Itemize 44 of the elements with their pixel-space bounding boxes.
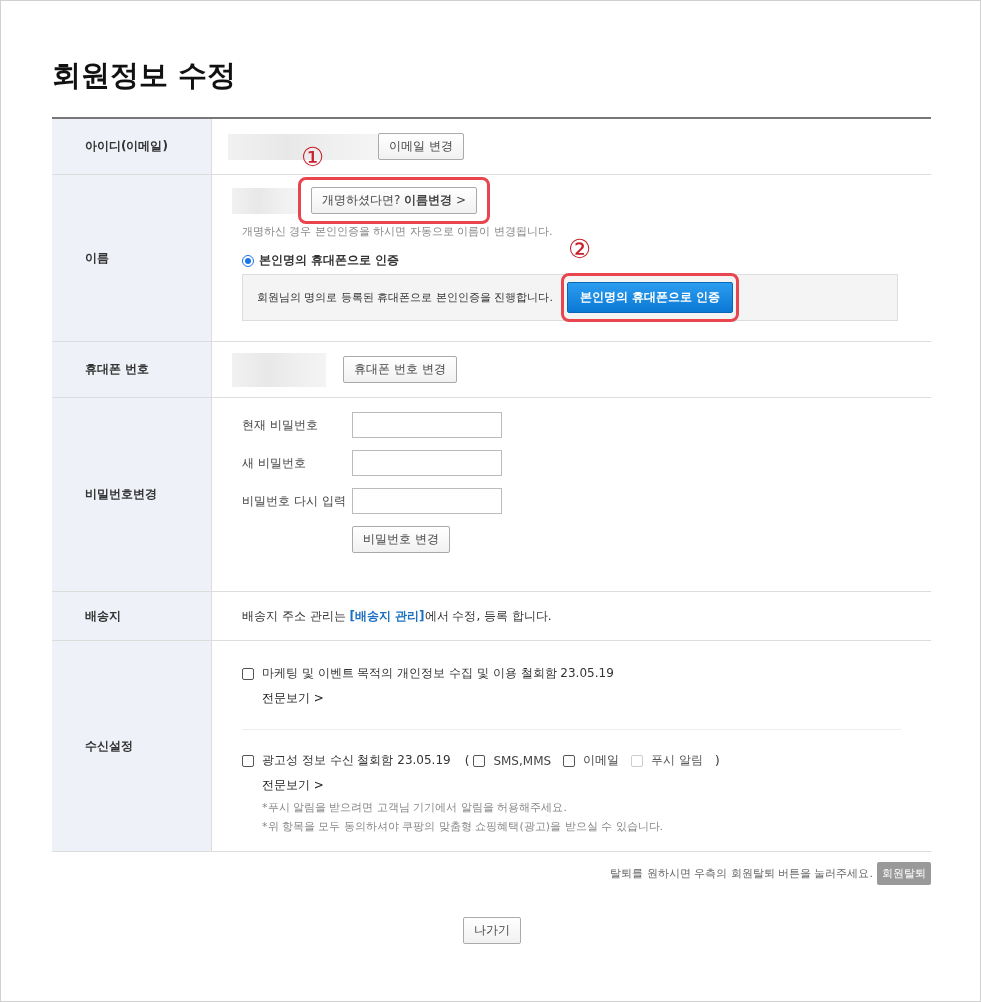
row-label: 이름 xyxy=(85,249,109,267)
field-label: 비밀번호 다시 입력 xyxy=(242,492,347,510)
option-label: SMS,MMS xyxy=(493,753,552,768)
row-label: 휴대폰 번호 xyxy=(85,361,150,378)
exit-button[interactable]: 나가기 xyxy=(462,917,521,944)
page-title: 회원정보 수정 xyxy=(52,57,238,93)
change-email-button[interactable]: 이메일 변경 xyxy=(378,133,464,160)
notice-text: *위 항목을 모두 동의하셔야 쿠팡의 맞춤형 쇼핑혜택(광고)을 받으실 수 있습니다. xyxy=(261,819,665,835)
help-text: 개명하신 경우 본인인증을 하시면 자동으로 이름이 변경됩니다. xyxy=(242,224,554,239)
view-full-link[interactable]: 전문보기 > xyxy=(262,690,324,707)
view-full-link[interactable]: 전문보기 > xyxy=(262,777,324,794)
radio-label: 본인명의 휴대폰으로 인증 xyxy=(259,252,400,269)
step-marker: ② xyxy=(568,234,592,264)
shipping-text: 배송지 주소 관리는 [배송지 관리]에서 수정, 등록 합니다. xyxy=(242,607,552,625)
checkbox[interactable] xyxy=(242,754,254,767)
verify-text: 회원님의 명의로 등록된 휴대폰으로 본인인증을 진행합니다. xyxy=(257,290,553,305)
password-field[interactable] xyxy=(352,450,502,476)
consent-label: 광고성 정보 수신 철회함 23.05.19 xyxy=(262,752,451,769)
withdraw-text: 탈퇴를 원하시면 우측의 회원탈퇴 버튼을 눌러주세요. xyxy=(610,866,873,881)
consent-label: 마케팅 및 이벤트 목적의 개인정보 수집 및 이용 철회함 23.05.19 xyxy=(262,665,614,682)
phone-verify-button[interactable]: 본인명의 휴대폰으로 인증 xyxy=(567,282,734,313)
checkbox[interactable] xyxy=(473,754,486,767)
row-label: 비밀번호변경 xyxy=(85,486,157,503)
row-label: 배송지 xyxy=(85,607,121,625)
paren: ( xyxy=(464,753,470,768)
change-password-button[interactable]: 비밀번호 변경 xyxy=(352,526,450,553)
notice-text: *푸시 알림을 받으려면 고객님 기기에서 알림을 허용해주세요. xyxy=(261,800,568,816)
radio-button[interactable] xyxy=(242,254,254,267)
password-field[interactable] xyxy=(352,488,502,514)
checkbox[interactable] xyxy=(242,667,254,680)
field-label: 현재 비밀번호 xyxy=(242,416,319,434)
row-label: 아이디(이메일) xyxy=(85,138,168,155)
change-phone-button[interactable]: 휴대폰 번호 변경 xyxy=(343,356,457,383)
shipping-link[interactable]: [배송지 관리] xyxy=(349,608,425,623)
paren: ) xyxy=(714,753,720,768)
field-label: 새 비밀번호 xyxy=(242,454,307,472)
option-label: 이메일 xyxy=(583,752,620,769)
change-name-button[interactable]: 개명하셨다면? 이름변경 > xyxy=(311,187,478,214)
step-marker: ① xyxy=(301,142,325,172)
checkbox[interactable] xyxy=(563,754,576,767)
masked-value xyxy=(232,187,298,214)
row-label: 수신설정 xyxy=(85,737,133,755)
option-label: 푸시 알림 xyxy=(651,752,703,769)
password-field[interactable] xyxy=(352,412,502,438)
